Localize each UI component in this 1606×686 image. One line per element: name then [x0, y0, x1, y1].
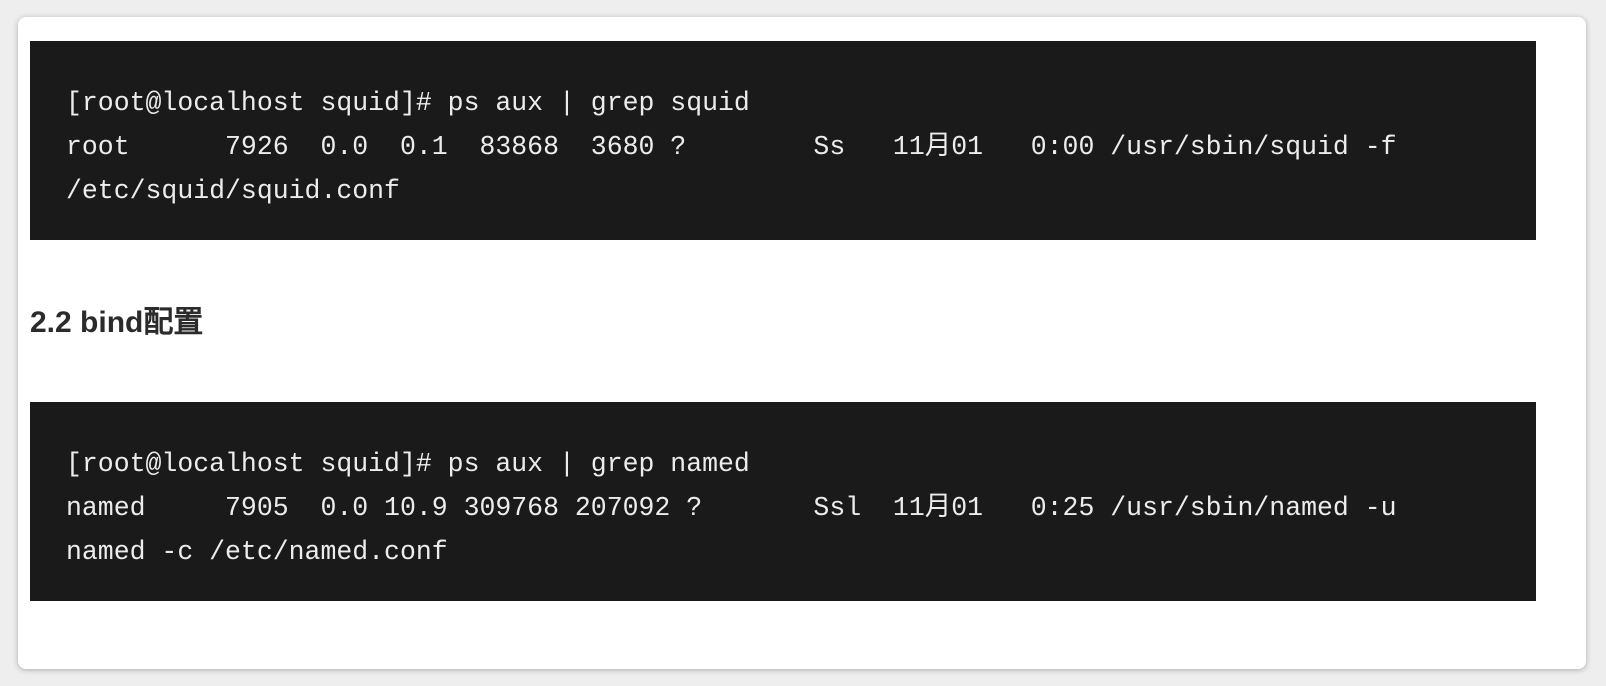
code-line-command: [root@localhost squid]# ps aux | grep na… — [66, 449, 750, 479]
code-block-named: [root@localhost squid]# ps aux | grep na… — [30, 402, 1536, 601]
code-line-command: [root@localhost squid]# ps aux | grep sq… — [66, 88, 750, 118]
section-heading: 2.2 bind配置 — [30, 306, 204, 339]
article-card: [root@localhost squid]# ps aux | grep sq… — [18, 17, 1586, 669]
code-block-squid: [root@localhost squid]# ps aux | grep sq… — [30, 41, 1536, 240]
code-line-output-continued: named -c /etc/named.conf — [66, 537, 448, 567]
code-line-output-continued: /etc/squid/squid.conf — [66, 176, 400, 206]
code-line-output: named 7905 0.0 10.9 309768 207092 ? Ssl … — [66, 493, 1397, 523]
code-line-output: root 7926 0.0 0.1 83868 3680 ? Ss 11月01 … — [66, 132, 1397, 162]
